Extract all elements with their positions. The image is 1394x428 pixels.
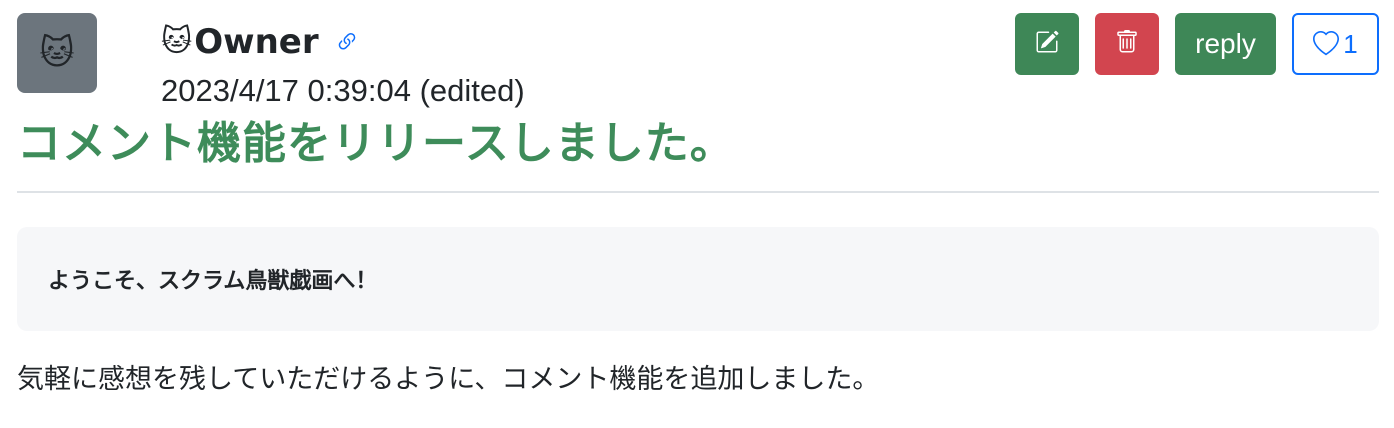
comment-title: コメント機能をリリースしました。 <box>17 118 735 169</box>
divider <box>17 191 1379 193</box>
trash-icon <box>1115 29 1139 59</box>
like-button[interactable]: 1 <box>1292 13 1379 75</box>
comment-body: 気軽に感想を残していただけるように、コメント機能を追加しました。 <box>17 364 880 395</box>
edit-icon <box>1035 30 1059 59</box>
delete-button[interactable] <box>1095 13 1159 75</box>
edit-button[interactable] <box>1015 13 1079 75</box>
heart-icon <box>1313 31 1340 57</box>
author-name: Owner <box>194 22 319 62</box>
avatar: 🐱 <box>17 13 97 93</box>
quote-text: ようこそ、スクラム鳥獣戯画へ！ <box>48 269 378 294</box>
comment-author: 🐱 Owner <box>161 20 359 64</box>
permalink-icon[interactable] <box>335 30 359 54</box>
quote-block: ようこそ、スクラム鳥獣戯画へ！ <box>17 227 1379 331</box>
reply-button[interactable]: reply <box>1175 13 1276 75</box>
comment-card: 🐱 🐱 Owner 2023/4/17 0:39:04 (edited) rep… <box>0 0 1394 428</box>
like-count: 1 <box>1343 28 1358 59</box>
comment-timestamp: 2023/4/17 0:39:04 (edited) <box>161 73 525 108</box>
author-emoji: 🐱 <box>161 24 193 59</box>
avatar-emoji: 🐱 <box>39 33 75 73</box>
